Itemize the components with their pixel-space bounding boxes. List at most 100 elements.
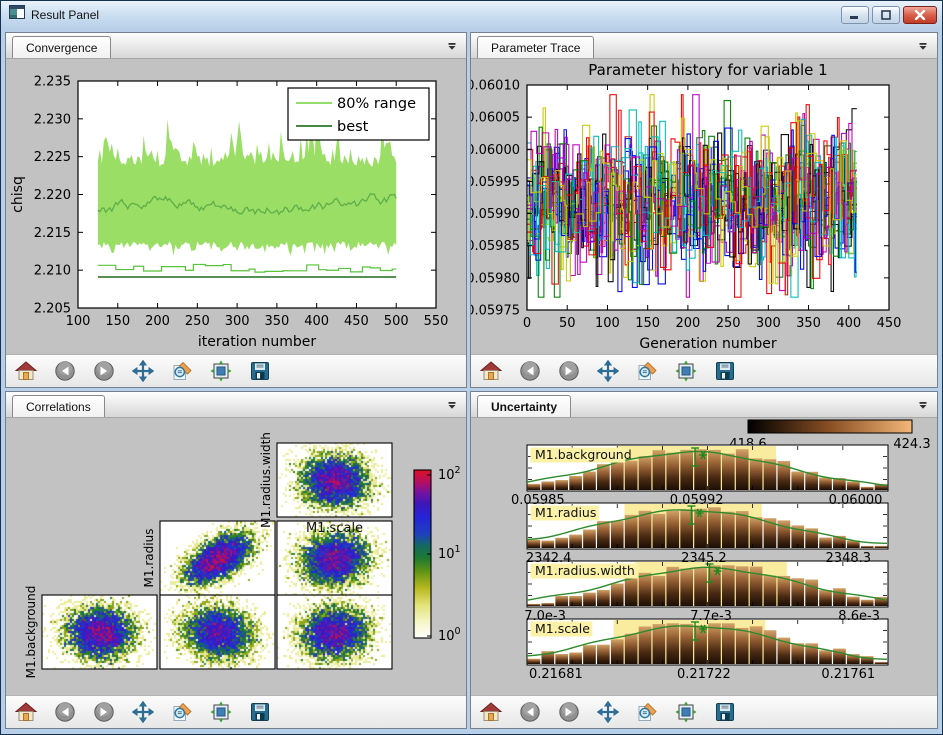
svg-text:best: best [337, 119, 369, 135]
parameter-trace-plot: 0501001502002503003504004500.059750.0598… [471, 59, 937, 354]
chisq-colorbar [748, 420, 912, 433]
window-title: Result Panel [31, 8, 838, 22]
forward-button[interactable] [557, 359, 581, 383]
configure-subplots-button[interactable] [674, 700, 698, 724]
svg-text:0.05975: 0.05975 [471, 304, 520, 319]
pan-button[interactable] [596, 700, 620, 724]
trace-plot-toolbar [471, 354, 937, 387]
uncertainty-tabbar: Uncertainty [471, 392, 937, 418]
colorbar-max: 424.3 [893, 437, 930, 452]
chart-title: Parameter history for variable 1 [588, 61, 827, 79]
configure-subplots-button[interactable] [209, 359, 233, 383]
zoom-edit-button[interactable] [635, 359, 659, 383]
tab-list-dropdown-icon[interactable] [915, 397, 931, 413]
back-button[interactable] [53, 359, 77, 383]
svg-text:0.05980: 0.05980 [471, 271, 520, 286]
svg-text:500: 500 [384, 314, 409, 329]
histogram-M1.radius.width: M1.radius.width [527, 561, 888, 607]
svg-text:400: 400 [304, 314, 329, 329]
legend: 80% rangebest [288, 88, 429, 140]
svg-text:2.230: 2.230 [34, 112, 71, 127]
forward-button[interactable] [557, 700, 581, 724]
maximize-icon [879, 10, 893, 20]
zoom-edit-button[interactable] [635, 700, 659, 724]
tab-list-dropdown-icon[interactable] [444, 38, 460, 54]
parameter-trace-figure[interactable]: 0501001502002503003504004500.059750.0598… [471, 59, 937, 354]
trace-tabbar: Parameter Trace [471, 33, 937, 59]
tab-label: Parameter Trace [491, 41, 580, 55]
pan-button[interactable] [131, 359, 155, 383]
tab-convergence[interactable]: Convergence [12, 36, 111, 58]
svg-text:250: 250 [716, 316, 741, 331]
configure-subplots-button[interactable] [674, 359, 698, 383]
row-label: M1.radius [142, 529, 156, 588]
pane-uncertainty: Uncertainty 418.6424.3M1.backgroundM1.ra… [470, 391, 938, 729]
svg-text:2.220: 2.220 [34, 188, 71, 203]
svg-text:0.05995: 0.05995 [471, 175, 520, 190]
tab-correlations[interactable]: Correlations [12, 395, 105, 417]
save-button[interactable] [248, 359, 272, 383]
correlations-overlay: 102101100M1.radius.widthM1.radiusM1.back… [6, 418, 466, 695]
tab-uncertainty[interactable]: Uncertainty [477, 395, 571, 417]
uncertainty-plot-toolbar [471, 695, 937, 728]
hist-tick-label: 0.21722 [677, 667, 731, 682]
configure-subplots-button[interactable] [209, 700, 233, 724]
svg-text:0.05990: 0.05990 [471, 207, 520, 222]
pan-button[interactable] [596, 359, 620, 383]
pan-button[interactable] [131, 700, 155, 724]
close-button[interactable] [903, 6, 937, 24]
colorbar-tick: 102 [438, 465, 461, 483]
histogram-M1.scale: M1.scale [527, 619, 888, 665]
tab-parameter-trace[interactable]: Parameter Trace [477, 36, 594, 58]
hist-tick-label: 0.06000 [829, 493, 883, 508]
zoom-edit-button[interactable] [170, 359, 194, 383]
home-button[interactable] [14, 700, 38, 724]
back-button[interactable] [518, 359, 542, 383]
svg-text:400: 400 [836, 316, 861, 331]
svg-text:0.06000: 0.06000 [471, 143, 520, 158]
home-button[interactable] [479, 359, 503, 383]
svg-text:550: 550 [424, 314, 449, 329]
tab-list-dropdown-icon[interactable] [444, 397, 460, 413]
save-button[interactable] [248, 700, 272, 724]
svg-text:300: 300 [225, 314, 250, 329]
home-button[interactable] [14, 359, 38, 383]
save-button[interactable] [713, 359, 737, 383]
hist-tick-label: 0.05985 [511, 493, 565, 508]
convergence-figure[interactable]: 1001502002503003504004505005502.2052.210… [6, 59, 466, 354]
colorbar-tick: 100 [438, 626, 461, 644]
forward-button[interactable] [92, 359, 116, 383]
tab-list-dropdown-icon[interactable] [915, 38, 931, 54]
hist-tick-label: 0.05992 [670, 493, 724, 508]
svg-text:0.06005: 0.06005 [471, 111, 520, 126]
param-label: M1.background [535, 447, 632, 462]
titlebar[interactable]: Result Panel [1, 1, 942, 28]
hist-tick-label: 2345.2 [681, 551, 727, 566]
maximize-button[interactable] [872, 6, 900, 24]
home-button[interactable] [479, 700, 503, 724]
minimize-icon [848, 10, 862, 20]
svg-text:350: 350 [264, 314, 289, 329]
svg-text:100: 100 [595, 316, 620, 331]
svg-text:2.210: 2.210 [34, 264, 71, 279]
result-panel-window: Result Panel Convergence 100 150 200 250 300… [0, 0, 943, 735]
forward-button[interactable] [92, 700, 116, 724]
svg-text:0.05985: 0.05985 [471, 239, 520, 254]
back-button[interactable] [53, 700, 77, 724]
x-axis-label: iteration number [198, 334, 316, 350]
svg-text:2.225: 2.225 [34, 150, 71, 165]
svg-text:200: 200 [675, 316, 700, 331]
svg-text:2.205: 2.205 [34, 302, 71, 317]
row-label: M1.background [24, 586, 38, 679]
minimize-button[interactable] [841, 6, 869, 24]
tab-label: Convergence [26, 41, 97, 55]
zoom-edit-button[interactable] [170, 700, 194, 724]
save-button[interactable] [713, 700, 737, 724]
correlations-tabbar: Correlations [6, 392, 466, 418]
uncertainty-figure[interactable]: 418.6424.3M1.backgroundM1.radiusM1.radiu… [471, 418, 937, 695]
histogram-M1.radius: M1.radius [527, 503, 888, 549]
svg-text:150: 150 [635, 316, 660, 331]
correlations-figure[interactable]: 102101100M1.radius.widthM1.radiusM1.back… [6, 418, 466, 695]
tab-label: Uncertainty [491, 400, 557, 414]
back-button[interactable] [518, 700, 542, 724]
